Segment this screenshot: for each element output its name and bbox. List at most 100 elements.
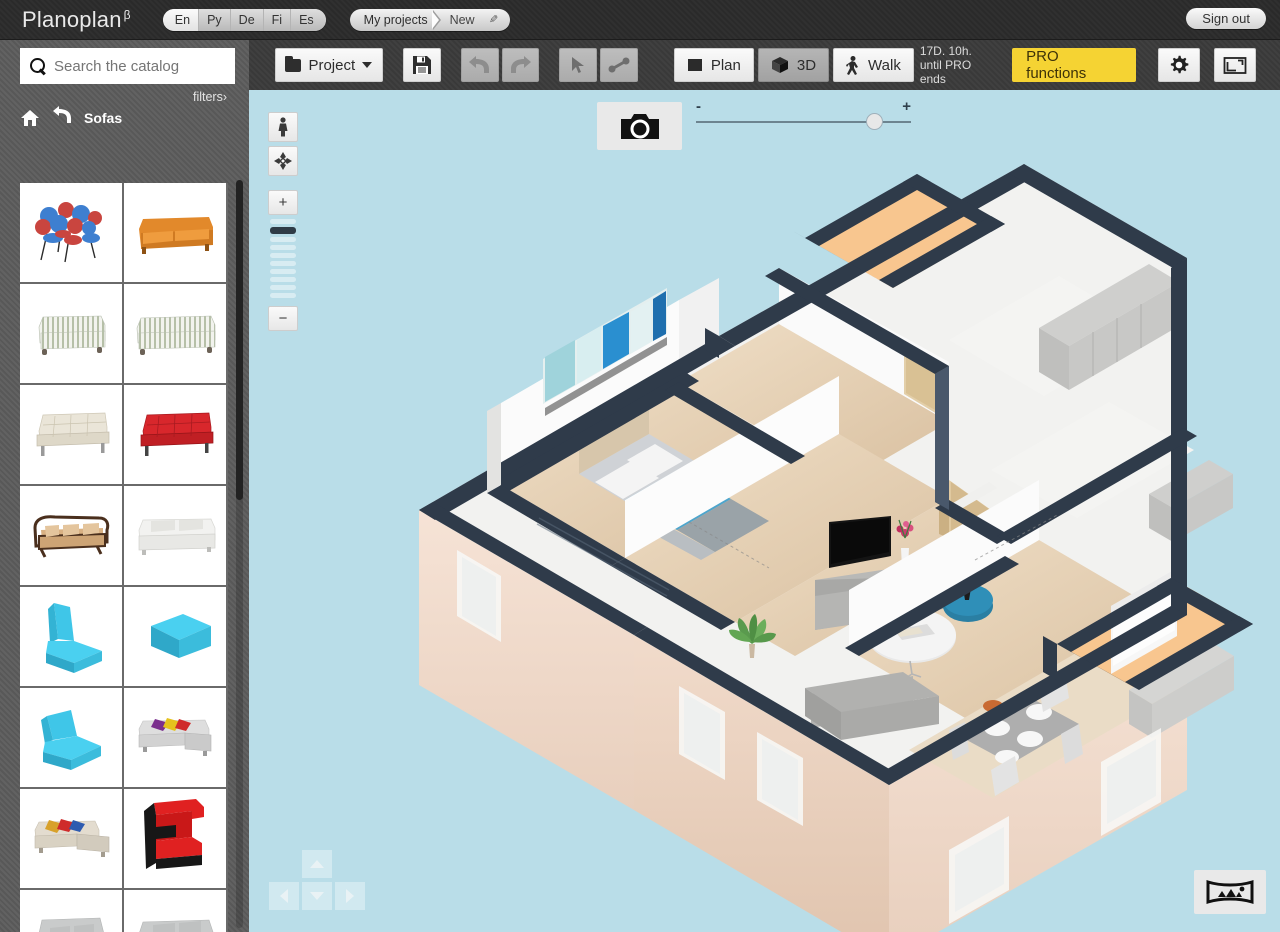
pan-dpad	[269, 850, 369, 912]
folder-icon	[284, 55, 302, 72]
catalog-item-red-black-high-back-sofa[interactable]	[124, 789, 228, 890]
zoom-slider-plus-label: +	[902, 98, 911, 115]
lang-ru[interactable]: Py	[198, 8, 230, 31]
mode-plan-button[interactable]: Plan	[673, 48, 754, 82]
viewport-3d[interactable]: + − - +	[249, 90, 1280, 932]
undo-arrow-icon	[469, 56, 490, 73]
zoom-rung[interactable]	[270, 245, 296, 250]
catalog-item-orange-3seat-sofa[interactable]	[124, 183, 228, 284]
center-view-button[interactable]	[268, 146, 298, 176]
catalog-sidebar: filters› Sofas	[0, 40, 249, 932]
zoom-rung[interactable]	[270, 285, 296, 290]
lang-es[interactable]: Es	[290, 8, 326, 31]
catalog-item-beige-chaise-with-pillows[interactable]	[20, 789, 124, 890]
mode-plan-label: Plan	[710, 56, 741, 74]
zoom-in-button[interactable]: +	[268, 190, 298, 215]
breadcrumb: My projects New ✎	[349, 8, 510, 31]
search-box[interactable]	[20, 48, 235, 84]
panorama-icon	[1206, 879, 1254, 905]
screenshot-camera-button[interactable]	[597, 102, 682, 150]
zoom-rung[interactable]	[270, 293, 296, 298]
catalog-item-cyan-armless-chair[interactable]	[20, 688, 124, 789]
zoom-rung[interactable]	[270, 277, 296, 282]
catalog-item-cyan-corner-module[interactable]	[20, 587, 124, 688]
catalog-item-grey-click-clack-sofa[interactable]	[20, 890, 124, 932]
redo-button[interactable]	[501, 48, 540, 82]
gear-icon	[1171, 55, 1189, 74]
viewport-left-tools	[268, 112, 298, 180]
beta-badge: β	[123, 7, 131, 22]
pencil-icon[interactable]: ✎	[489, 13, 498, 26]
mode-walk-button[interactable]: Walk	[833, 48, 914, 82]
mode-3d-label: 3D	[796, 56, 817, 74]
fullscreen-button[interactable]	[1214, 48, 1257, 82]
pan-down-button[interactable]	[302, 882, 332, 910]
zoom-slider-handle[interactable]	[865, 113, 883, 130]
zoom-slider[interactable]: - +	[696, 98, 911, 138]
line-tool-icon	[608, 57, 630, 73]
search-input[interactable]	[54, 57, 225, 75]
catalog-item-vintage-wood-frame-sofa[interactable]	[20, 486, 124, 587]
filters-link[interactable]: filters›	[0, 90, 227, 104]
crosshair-target-icon	[274, 152, 292, 170]
pan-right-button[interactable]	[335, 882, 365, 910]
select-tool-button[interactable]	[559, 48, 598, 82]
home-icon[interactable]	[20, 109, 40, 127]
catalog-item-cream-click-clack-sofa[interactable]	[20, 385, 124, 486]
person-view-icon	[278, 117, 288, 137]
pro-countdown: 17D. 10h. until PRO ends	[920, 44, 1000, 86]
main-toolbar: Project Plan 3D Walk 17D. 10h. until PRO…	[249, 40, 1280, 90]
pro-functions-button[interactable]: PRO functions	[1012, 48, 1137, 82]
lang-en[interactable]: En	[162, 8, 199, 31]
pan-left-button[interactable]	[269, 882, 299, 910]
breadcrumb-current-project[interactable]: New	[438, 9, 485, 31]
panorama-button[interactable]	[1194, 870, 1266, 914]
zoom-rung[interactable]	[270, 253, 296, 258]
catalog-scrollbar-thumb[interactable]	[236, 180, 243, 500]
walking-person-icon	[846, 55, 859, 75]
measure-tool-button[interactable]	[600, 48, 638, 82]
person-view-button[interactable]	[268, 112, 298, 142]
redo-arrow-icon	[511, 56, 532, 73]
sign-out-button[interactable]: Sign out	[1186, 8, 1266, 29]
mode-3d-button[interactable]: 3D	[757, 48, 830, 82]
catalog-item-white-3seat-sofa[interactable]	[124, 486, 228, 587]
pan-up-button[interactable]	[302, 850, 332, 878]
language-switcher[interactable]: En Py De Fi Es	[162, 8, 326, 31]
undo-button[interactable]	[460, 48, 499, 82]
fullscreen-icon	[1223, 56, 1247, 74]
zoom-rung[interactable]	[270, 219, 296, 224]
catalog-item-grey-chaise-with-pillows[interactable]	[124, 688, 228, 789]
catalog-item-balloon-chair-sofa[interactable]	[20, 183, 124, 284]
catalog-item-red-click-clack-sofa[interactable]	[124, 385, 228, 486]
catalog-item-grey-deep-sofa[interactable]	[124, 890, 228, 932]
project-menu-label: Project	[308, 56, 356, 74]
project-menu-button[interactable]: Project	[274, 48, 384, 82]
plan-square-icon	[687, 59, 702, 71]
pro-countdown-line1: 17D. 10h.	[919, 44, 972, 58]
zoom-rungs	[268, 215, 298, 300]
zoom-slider-minus-label: -	[696, 98, 701, 115]
catalog-category-label: Sofas	[84, 109, 123, 126]
zoom-out-button[interactable]: −	[268, 306, 298, 331]
zoom-rung[interactable]	[270, 261, 296, 266]
arrow-right-icon	[346, 889, 354, 903]
zoom-rung[interactable]	[270, 237, 296, 242]
app-title: Planoplan	[22, 6, 122, 32]
catalog-item-cyan-ottoman-cube[interactable]	[124, 587, 228, 688]
zoom-rung[interactable]	[270, 269, 296, 274]
lang-fi[interactable]: Fi	[262, 8, 291, 31]
zoom-rung-active[interactable]	[270, 227, 296, 234]
catalog-item-striped-loveseat[interactable]	[20, 284, 124, 385]
settings-button[interactable]	[1158, 48, 1201, 82]
mode-walk-label: Walk	[868, 56, 901, 74]
cursor-arrow-icon	[572, 57, 585, 73]
back-arrow-icon[interactable]	[52, 106, 72, 129]
save-button[interactable]	[403, 48, 441, 82]
app-logo: Planoplan β	[22, 7, 131, 33]
breadcrumb-my-projects[interactable]: My projects	[358, 9, 441, 31]
pro-countdown-line2: until PRO ends	[919, 58, 972, 86]
catalog-item-striped-3seat-sofa[interactable]	[124, 284, 228, 385]
lang-de[interactable]: De	[229, 8, 263, 31]
catalog-breadcrumb: Sofas	[20, 106, 249, 129]
